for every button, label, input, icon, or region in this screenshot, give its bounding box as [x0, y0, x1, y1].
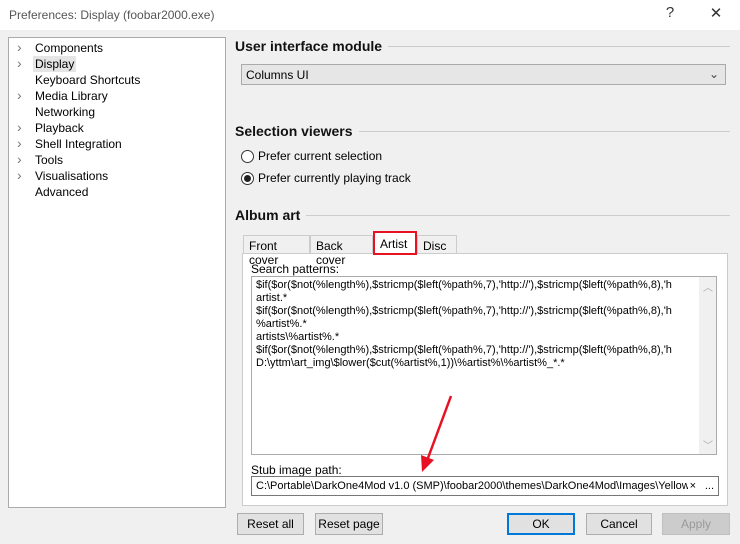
tree-item-label: Advanced [35, 185, 89, 199]
scroll-up-icon[interactable]: ︿ [703, 279, 713, 294]
reset-page-button[interactable]: Reset page [315, 513, 383, 535]
tab-artist[interactable]: Artist [373, 231, 417, 255]
radio-checked-icon [241, 171, 254, 185]
chevron-right-icon[interactable]: › [17, 119, 22, 135]
radio-prefer-playing[interactable]: Prefer currently playing track [241, 171, 411, 185]
search-patterns-label: Search patterns: [251, 262, 340, 276]
tree-item-label: Keyboard Shortcuts [35, 73, 141, 87]
reset-all-button[interactable]: Reset all [237, 513, 304, 535]
tree-item-display[interactable]: › Display [9, 55, 225, 72]
tab-front-cover[interactable]: Front cover [243, 235, 310, 267]
tree-item-playback[interactable]: › Playback [9, 119, 225, 136]
tree-item-label: Networking [35, 105, 96, 119]
tree-item-label: Components [35, 41, 104, 55]
stub-image-value: C:\Portable\DarkOne4Mod v1.0 (SMP)\fooba… [256, 480, 696, 492]
scroll-down-icon[interactable]: ﹀ [703, 437, 713, 452]
tree-item-label: Media Library [35, 89, 108, 103]
title-bar: Preferences: Display (foobar2000.exe) ? … [0, 0, 740, 30]
vertical-scrollbar[interactable]: ︿ ﹀ [699, 277, 716, 454]
radio-label: Prefer currently playing track [258, 171, 411, 185]
tree-item-keyboard-shortcuts[interactable]: Keyboard Shortcuts [9, 72, 225, 88]
dropdown-value: Columns UI [246, 68, 309, 82]
chevron-right-icon[interactable]: › [17, 55, 22, 71]
tree-item-networking[interactable]: Networking [9, 104, 225, 120]
ui-module-header: User interface module [235, 38, 730, 54]
cancel-button[interactable]: Cancel [586, 513, 652, 535]
radio-icon [241, 149, 254, 163]
ok-button[interactable]: OK [507, 513, 575, 535]
radio-prefer-selection[interactable]: Prefer current selection [241, 149, 382, 163]
window-title: Preferences: Display (foobar2000.exe) [9, 8, 215, 22]
tree-item-label: Tools [35, 153, 64, 167]
chevron-right-icon[interactable]: › [17, 39, 22, 55]
chevron-right-icon[interactable]: › [17, 151, 22, 167]
chevron-right-icon[interactable]: › [17, 87, 22, 103]
stub-image-input[interactable]: C:\Portable\DarkOne4Mod v1.0 (SMP)\fooba… [251, 476, 719, 496]
tree-item-label: Display [33, 56, 77, 72]
tree-item-label: Shell Integration [35, 137, 122, 151]
search-patterns-textarea[interactable]: $if($or($not(%length%),$stricmp($left(%p… [251, 276, 717, 455]
tab-disc[interactable]: Disc [417, 235, 457, 254]
tree-item-shell-integration[interactable]: › Shell Integration [9, 135, 225, 152]
header-text: Album art [235, 207, 301, 223]
clear-icon[interactable]: × [687, 480, 696, 492]
help-button[interactable]: ? [655, 4, 685, 21]
search-patterns-text: $if($or($not(%length%),$stricmp($left(%p… [256, 279, 672, 369]
album-art-header: Album art [235, 207, 730, 223]
browse-button[interactable]: ... [704, 480, 714, 492]
preferences-tree: › Components › Display Keyboard Shortcuts › Me… [8, 37, 226, 508]
stub-image-label: Stub image path: [251, 463, 342, 477]
tree-item-label: Visualisations [35, 169, 109, 183]
chevron-right-icon[interactable]: › [17, 167, 22, 183]
tree-item-tools[interactable]: › Tools [9, 151, 225, 168]
tree-item-visualisations[interactable]: › Visualisations [9, 167, 225, 184]
radio-label: Prefer current selection [258, 149, 383, 163]
tab-back-cover[interactable]: Back cover [310, 235, 373, 267]
apply-button[interactable]: Apply [662, 513, 730, 535]
chevron-down-icon: ⌄ [708, 67, 719, 81]
tree-item-label: Playback [35, 121, 84, 135]
header-text: Selection viewers [235, 123, 353, 139]
tree-item-media-library[interactable]: › Media Library [9, 87, 225, 104]
header-text: User interface module [235, 38, 383, 54]
chevron-right-icon[interactable]: › [17, 135, 22, 151]
tree-item-advanced[interactable]: Advanced [9, 184, 225, 200]
tree-item-components[interactable]: › Components [9, 39, 225, 56]
close-button[interactable]: ✕ [701, 4, 731, 22]
ui-module-dropdown[interactable]: Columns UI ⌄ [241, 64, 726, 85]
selection-viewers-header: Selection viewers [235, 123, 730, 139]
